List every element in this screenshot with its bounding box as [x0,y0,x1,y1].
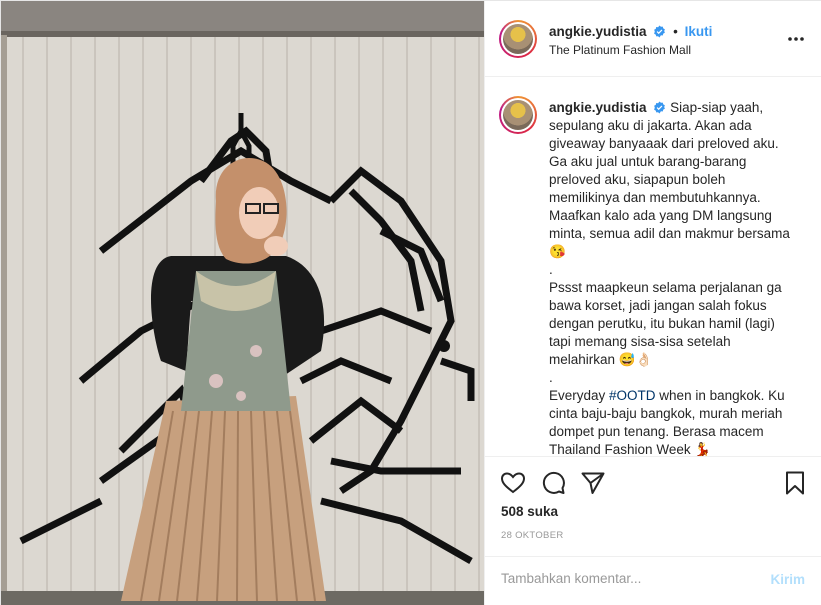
caption-line: Pssst maapkeun selama perjalanan ga bawa… [549,280,782,367]
comment-input[interactable] [501,571,741,586]
verified-badge-icon [654,25,666,38]
post-actions: 508 suka 28 OKTOBER [485,456,821,566]
like-count[interactable]: 508 suka [501,504,558,519]
location-link[interactable]: The Platinum Fashion Mall [549,43,691,57]
username-link[interactable]: angkie.yudistia [549,24,647,39]
caption-paragraph-1: angkie.yudistia Siap-siap yaah, sepulang… [549,99,799,261]
comment-box: Kirim [485,556,821,605]
send-comment-button[interactable]: Kirim [770,572,805,587]
more-options-icon[interactable] [787,30,805,48]
caption-avatar[interactable] [499,96,537,134]
instagram-post: angkie.yudistia • Ikuti The Platinum Fas… [0,0,821,605]
photo-illustration [1,1,484,605]
caption-username-link[interactable]: angkie.yudistia [549,100,647,115]
caption-text: angkie.yudistia Siap-siap yaah, sepulang… [549,99,799,456]
caption-line: Siap-siap yaah, sepulang aku di jakarta.… [549,100,790,259]
caption-line: . [549,262,553,277]
caption-section: angkie.yudistia Siap-siap yaah, sepulang… [485,78,821,456]
post-photo[interactable] [1,1,484,605]
caption-line: Everyday [549,388,610,403]
header-title-row: angkie.yudistia • Ikuti [549,24,712,39]
avatar[interactable] [499,20,537,58]
bookmark-icon[interactable] [782,470,808,496]
caption-paragraph-last: Everyday #OOTD when in bangkok. Ku cinta… [549,387,799,456]
post-header: angkie.yudistia • Ikuti The Platinum Fas… [485,1,821,77]
share-icon[interactable] [580,470,606,496]
follow-button[interactable]: Ikuti [685,24,713,39]
heart-icon[interactable] [500,470,526,496]
comment-icon[interactable] [540,470,566,496]
dot-separator: • [673,24,678,39]
caption-verified-badge-icon [654,101,666,114]
hashtag-link[interactable]: #OOTD [609,388,656,403]
post-date[interactable]: 28 OKTOBER [501,530,564,541]
post-side-panel: angkie.yudistia • Ikuti The Platinum Fas… [484,1,821,605]
caption-line: . [549,370,553,385]
